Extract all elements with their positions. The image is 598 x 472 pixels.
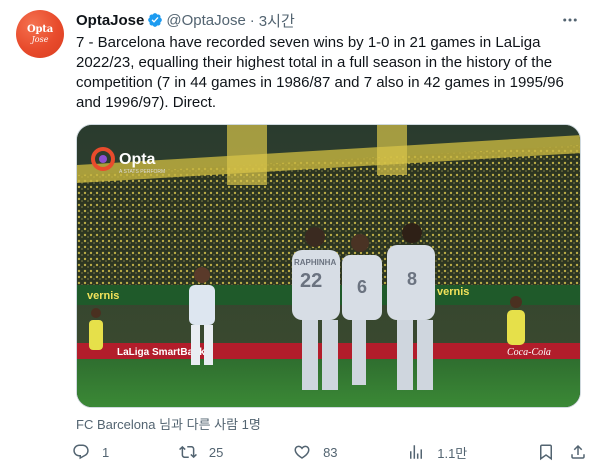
share-icon	[571, 444, 585, 459]
share-button[interactable]	[569, 443, 587, 461]
like-count: 83	[323, 444, 338, 460]
retweet-button[interactable]: 25	[178, 443, 224, 461]
views-chart-icon	[410, 445, 423, 459]
heart-icon	[294, 445, 310, 459]
player-name-raphinha: RAPHINHA	[294, 258, 336, 267]
retweet-icon	[178, 445, 197, 459]
avatar-text-opta: Opta	[26, 23, 53, 35]
reply-count: 1	[102, 444, 110, 460]
view-count: 1.1만	[437, 445, 468, 461]
author-handle[interactable]: @OptaJose	[166, 12, 245, 29]
tagged-users[interactable]: FC Barcelona 님과 다른 사람 1명	[76, 414, 261, 433]
bookmark-icon	[539, 444, 552, 461]
tweet-text: 7 - Barcelona have recorded seven wins b…	[76, 34, 569, 111]
tweet-header: OptaJose @OptaJose · 3시간	[76, 10, 295, 30]
tweet-actions: 1 25 83 1.1만	[72, 440, 587, 464]
player-number-22: 22	[300, 270, 322, 292]
match-photo: vernis vernis LaLiga SmartBank Coca-Cola	[77, 125, 580, 407]
retweet-count: 25	[208, 444, 224, 460]
author-avatar[interactable]: Opta Jose	[16, 10, 64, 58]
header-separator: ·	[249, 11, 255, 29]
opta-logo-subtext: A STATS PERFORM	[119, 169, 165, 175]
avatar-text-jose: Jose	[31, 34, 49, 44]
reply-button[interactable]: 1	[72, 443, 109, 461]
bookmark-button[interactable]	[537, 443, 555, 461]
player-number-6: 6	[357, 277, 367, 297]
opta-logo-text: Opta	[119, 151, 156, 168]
ad-board-cocacola: Coca-Cola	[507, 347, 551, 358]
ad-board-vernis-2: vernis	[437, 286, 469, 298]
tweet-timestamp[interactable]: 3시간	[259, 10, 295, 31]
reply-icon	[73, 444, 89, 460]
author-display-name[interactable]: OptaJose	[76, 12, 144, 29]
verified-badge-icon	[148, 13, 163, 27]
views-button[interactable]: 1.1만	[407, 443, 467, 462]
tweet-media-photo[interactable]: vernis vernis LaLiga SmartBank Coca-Cola	[76, 124, 581, 408]
player-number-8: 8	[407, 269, 417, 289]
more-options-icon[interactable]	[560, 10, 580, 30]
ad-board-vernis-1: vernis	[87, 290, 119, 302]
action-right-group	[537, 443, 587, 461]
like-button[interactable]: 83	[293, 443, 338, 461]
